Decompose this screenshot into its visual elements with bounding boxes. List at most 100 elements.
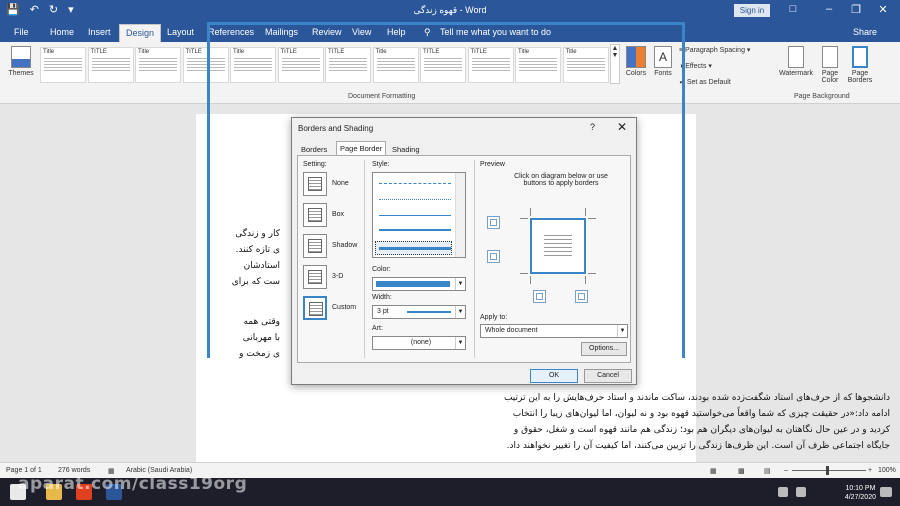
setting-label-none[interactable]: None	[332, 180, 349, 187]
apply-to-dropdown[interactable]: Whole document ▼	[480, 324, 628, 338]
setting-label-box[interactable]: Box	[332, 211, 344, 218]
close-icon[interactable]: ✕	[872, 3, 894, 16]
setting-label-shadow[interactable]: Shadow	[332, 242, 357, 249]
group-label-page-background: Page Background	[794, 93, 850, 100]
word-count[interactable]: 276 words	[58, 467, 90, 474]
paragraph-line[interactable]: با مهربانی	[230, 330, 280, 346]
tab-page-border[interactable]: Page Border	[336, 141, 387, 155]
style-list-scrollbar[interactable]	[455, 173, 465, 257]
style-option[interactable]	[379, 229, 451, 231]
paragraph-line[interactable]: وقتی همه	[230, 314, 280, 330]
paragraph-line[interactable]: ادامه داد:«در حقیقت چیزی که شما واقعاً م…	[450, 406, 890, 422]
divider	[474, 160, 475, 358]
network-icon[interactable]	[778, 487, 788, 497]
page-color-button[interactable]: Page Color	[816, 46, 844, 84]
art-label: Art:	[372, 325, 383, 332]
preview-corner-mark	[588, 218, 596, 219]
share-button[interactable]: Share	[853, 27, 877, 37]
web-layout-icon[interactable]: ▤	[764, 467, 771, 475]
paragraph-line[interactable]: کردید و در عین حال نگاهتان به لیوان‌های …	[450, 422, 890, 438]
style-set-sample-line	[91, 67, 130, 68]
volume-icon[interactable]	[796, 487, 806, 497]
preview-page[interactable]	[530, 218, 586, 274]
style-set-sample-line	[44, 67, 82, 68]
paragraph-line[interactable]: دانشجوها که از حرف‌های استاد شگفت‌زده شد…	[450, 390, 890, 406]
setting-3-d-icon[interactable]	[303, 265, 327, 289]
set-default-button[interactable]: ✔ Set as Default	[679, 78, 731, 86]
style-set-sample-line	[91, 70, 130, 71]
tab-design[interactable]: Design	[119, 24, 162, 42]
paragraph-line[interactable]: ست که برای	[230, 274, 280, 290]
tab-home[interactable]: Home	[50, 27, 74, 37]
style-set-sample-line	[139, 61, 177, 62]
setting-label-3-d[interactable]: 3-D	[332, 273, 343, 280]
preview-corner-mark	[588, 273, 596, 274]
clock[interactable]: 10:10 PM 4/27/2020	[845, 484, 876, 502]
paragraph-line[interactable]: ی تازه کنند.	[230, 242, 280, 258]
minimize-icon[interactable]: –	[818, 3, 840, 15]
language[interactable]: Arabic (Saudi Arabia)	[126, 467, 192, 474]
page-count[interactable]: Page 1 of 1	[6, 467, 42, 474]
left-border-button[interactable]	[533, 290, 546, 303]
color-label: Color:	[372, 266, 391, 273]
ok-button[interactable]: OK	[530, 369, 578, 383]
ribbon-display-icon[interactable]: □	[782, 3, 804, 15]
apply-to-label: Apply to:	[480, 314, 508, 321]
zoom-slider[interactable]	[792, 470, 866, 471]
chevron-down-icon: ▼	[455, 306, 465, 318]
style-set-sample-line	[139, 64, 177, 65]
width-line	[407, 311, 451, 313]
tab-file[interactable]: File	[14, 27, 29, 37]
width-dropdown[interactable]: 3 pt ▼	[372, 305, 466, 319]
right-border-button[interactable]	[575, 290, 588, 303]
watermark-button[interactable]: Watermark	[776, 46, 816, 77]
style-set-thumbnail[interactable]: Title	[40, 47, 86, 83]
help-button[interactable]: ?	[590, 122, 595, 132]
bottom-border-button[interactable]	[487, 250, 500, 263]
preview-text	[544, 232, 572, 256]
style-set-sample-line	[44, 61, 82, 62]
style-set-thumbnail[interactable]: Title	[135, 47, 181, 83]
maximize-icon[interactable]: ❐	[845, 3, 867, 16]
setting-shadow-icon[interactable]	[303, 234, 327, 258]
border-style-list[interactable]	[372, 172, 466, 258]
tab-insert[interactable]: Insert	[88, 27, 111, 37]
notifications-icon[interactable]	[880, 487, 892, 497]
style-set-sample-line	[139, 58, 177, 59]
setting-custom-icon[interactable]	[303, 296, 327, 320]
zoom-in-icon[interactable]: +	[868, 467, 872, 474]
top-border-button[interactable]	[487, 216, 500, 229]
setting-box-icon[interactable]	[303, 203, 327, 227]
themes-button[interactable]: Themes	[6, 46, 36, 77]
style-option[interactable]	[379, 199, 451, 200]
style-set-sample-line	[91, 61, 130, 62]
paragraph-spacing-button[interactable]: ≡ Paragraph Spacing ▾	[679, 46, 750, 54]
preview-diagram[interactable]	[520, 208, 596, 284]
setting-none-icon[interactable]	[303, 172, 327, 196]
zoom-out-icon[interactable]: –	[784, 467, 788, 474]
page-borders-button[interactable]: Page Borders	[846, 46, 874, 84]
print-layout-icon[interactable]: ▩	[738, 467, 745, 475]
zoom-thumb[interactable]	[826, 466, 829, 475]
dialog-close-button[interactable]: ✕	[617, 120, 627, 134]
clock-time: 10:10 PM	[845, 485, 876, 492]
art-dropdown[interactable]: (none) ▼	[372, 336, 466, 350]
cancel-button[interactable]: Cancel	[584, 369, 632, 383]
tab-layout[interactable]: Layout	[167, 27, 194, 37]
read-mode-icon[interactable]: ▦	[710, 467, 717, 475]
paragraph-line[interactable]: کار و زندگی	[230, 226, 280, 242]
style-option[interactable]	[379, 215, 451, 216]
sign-in-button[interactable]: Sign in	[734, 4, 770, 17]
paragraph-line[interactable]: جایگاه اجتماعی ظرف آن است. این ظرف‌ها زن…	[450, 438, 890, 454]
style-set-thumbnail[interactable]: TITLE	[87, 47, 134, 83]
style-set-sample-line	[139, 70, 177, 71]
zoom-level[interactable]: 100%	[878, 467, 896, 474]
page-borders-icon	[852, 46, 868, 68]
paragraph-line[interactable]: ی زمخت و	[230, 346, 280, 362]
color-dropdown[interactable]: ▼	[372, 277, 466, 291]
options-button[interactable]: Options...	[581, 342, 627, 356]
chevron-down-icon: ▼	[455, 337, 465, 349]
setting-label-custom[interactable]: Custom	[332, 304, 356, 311]
paragraph-line[interactable]: استادشان	[230, 258, 280, 274]
style-option[interactable]	[379, 183, 451, 184]
